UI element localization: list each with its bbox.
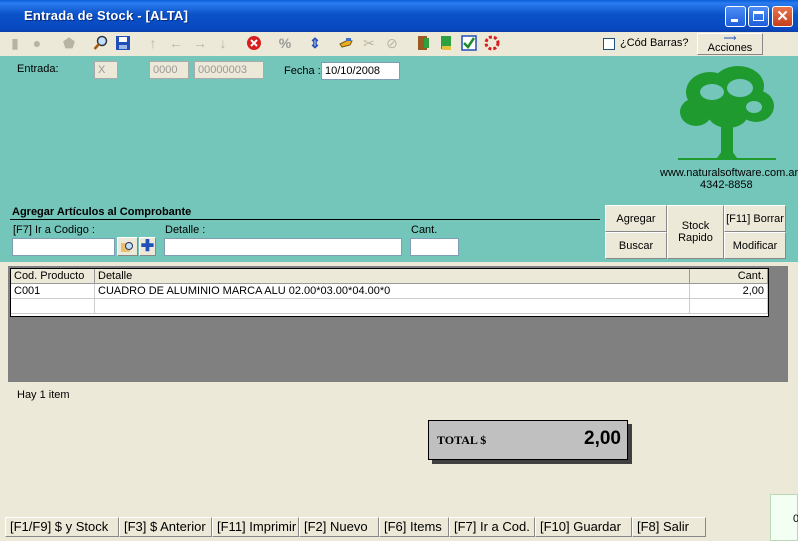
maximize-button[interactable] xyxy=(748,6,769,27)
minimize-button[interactable] xyxy=(725,6,746,27)
stock-rapido-label-2: Rapido xyxy=(678,232,713,244)
empty-cell[interactable] xyxy=(690,299,768,314)
fkey-new[interactable]: [F2] Nuevo xyxy=(299,517,379,537)
entrada-point-field: 0000 xyxy=(149,61,189,79)
cancel-icon[interactable] xyxy=(245,34,263,52)
expand-vertical-icon[interactable]: ⇕ xyxy=(306,34,324,52)
maximize-icon xyxy=(753,11,764,21)
table-row[interactable]: C001 CUADRO DE ALUMINIO MARCA ALU 02.00*… xyxy=(11,284,768,299)
items-grid[interactable]: Cod. Producto Detalle Cant. C001 CUADRO … xyxy=(10,268,769,317)
no-entry-icon[interactable]: ⊘ xyxy=(383,34,401,52)
hand-tool-icon[interactable] xyxy=(337,34,355,52)
fkey-items[interactable]: [F6] Items xyxy=(379,517,449,537)
code-label: [F7] Ir a Codigo : xyxy=(13,224,95,236)
barcode-checkbox[interactable] xyxy=(603,38,615,50)
search-icon[interactable] xyxy=(92,34,110,52)
add-product-button[interactable]: ✚ xyxy=(139,237,156,256)
company-phone: 4342-8858 xyxy=(700,179,753,191)
close-icon: ✕ xyxy=(776,8,789,25)
total-value: 2,00 xyxy=(584,428,621,449)
toolbar: ▮ ● ⬟ ↑ ← → ↓ % ⇕ ✂ ⊘ ¿Cód Barras? ⟶ Acc… xyxy=(0,32,798,57)
empty-cell[interactable] xyxy=(11,299,95,314)
window-title: Entrada de Stock - [ALTA] xyxy=(24,8,189,23)
column-header-detail[interactable]: Detalle xyxy=(95,269,690,284)
scissors-icon[interactable]: ✂ xyxy=(360,34,378,52)
entrada-type-field: X xyxy=(94,61,118,79)
arrow-right-icon[interactable]: → xyxy=(191,34,209,52)
section-divider xyxy=(10,219,600,220)
arrow-right-icon: ⟶ xyxy=(723,33,737,43)
fkey-goto-code[interactable]: [F7] Ir a Cod. xyxy=(449,517,535,537)
buscar-button[interactable]: Buscar xyxy=(605,232,667,259)
table-row-empty[interactable] xyxy=(11,299,768,314)
actions-button[interactable]: ⟶ Acciones xyxy=(697,33,763,55)
search-icon xyxy=(121,242,133,252)
corner-panel: 0 xyxy=(770,494,798,541)
borrar-label: [F11] Borrar xyxy=(726,212,784,225)
exit-door-icon[interactable] xyxy=(414,34,432,52)
barcode-label: ¿Cód Barras? xyxy=(620,37,689,49)
buscar-label: Buscar xyxy=(618,239,654,252)
add-section-title: Agregar Artículos al Comprobante xyxy=(12,206,192,218)
borrar-button[interactable]: [F11] Borrar xyxy=(724,205,786,232)
company-website: www.naturalsoftware.com.ar xyxy=(660,167,798,179)
company-logo xyxy=(678,66,776,160)
fkey-price-stock[interactable]: [F1/F9] $ y Stock xyxy=(5,517,119,537)
row-qty[interactable]: 2,00 xyxy=(690,284,768,299)
book-icon[interactable] xyxy=(437,34,455,52)
minimize-icon xyxy=(731,19,738,22)
corner-text: 0 xyxy=(793,513,798,525)
modificar-button[interactable]: Modificar xyxy=(724,232,786,259)
stock-rapido-button[interactable]: Stock Rapido xyxy=(667,205,724,259)
row-detail[interactable]: CUADRO DE ALUMINIO MARCA ALU 02.00*03.00… xyxy=(95,284,690,299)
entrada-number-field: 00000003 xyxy=(194,61,264,79)
tree-icon xyxy=(680,66,774,158)
fecha-field[interactable]: 10/10/2008 xyxy=(321,62,400,80)
detail-label: Detalle : xyxy=(165,224,206,236)
detail-input[interactable] xyxy=(164,238,402,256)
fkey-exit[interactable]: [F8] Salir xyxy=(632,517,706,537)
arrow-down-icon[interactable]: ↓ xyxy=(214,34,232,52)
total-box: TOTAL $ 2,00 xyxy=(428,420,628,460)
arrow-up-icon[interactable]: ↑ xyxy=(144,34,162,52)
save-icon[interactable] xyxy=(114,34,132,52)
agregar-button[interactable]: Agregar xyxy=(605,205,667,232)
fkey-print[interactable]: [F11] Imprimir xyxy=(212,517,299,537)
new-doc-icon[interactable]: ▮ xyxy=(6,34,24,52)
lifebuoy-icon[interactable] xyxy=(483,34,501,52)
search-product-button[interactable] xyxy=(117,237,138,256)
fecha-label: Fecha : xyxy=(284,65,321,77)
title-bar: Entrada de Stock - [ALTA] ✕ xyxy=(0,0,798,32)
bag-icon[interactable]: ● xyxy=(28,34,46,52)
checklist-icon[interactable] xyxy=(460,34,478,52)
qty-input[interactable] xyxy=(410,238,459,256)
total-label: TOTAL $ xyxy=(437,433,487,447)
empty-cell[interactable] xyxy=(95,299,690,314)
entrada-label: Entrada: xyxy=(17,63,59,75)
agregar-label: Agregar xyxy=(616,212,656,225)
column-header-qty[interactable]: Cant. xyxy=(690,269,768,284)
row-code[interactable]: C001 xyxy=(11,284,95,299)
percent-icon[interactable]: % xyxy=(276,34,294,52)
fkey-previous-price[interactable]: [F3] $ Anterior xyxy=(119,517,212,537)
code-input[interactable] xyxy=(12,238,115,256)
arrow-left-icon[interactable]: ← xyxy=(167,34,185,52)
fkey-save[interactable]: [F10] Guardar xyxy=(535,517,632,537)
actions-label: Acciones xyxy=(707,42,753,54)
close-button[interactable]: ✕ xyxy=(772,6,793,27)
items-count: Hay 1 item xyxy=(17,389,70,401)
modificar-label: Modificar xyxy=(732,239,778,252)
qty-label: Cant. xyxy=(411,224,438,236)
stock-rapido-label-1: Stock xyxy=(681,220,710,232)
plus-icon: ✚ xyxy=(140,238,155,255)
shield-icon[interactable]: ⬟ xyxy=(60,34,78,52)
app-icon xyxy=(6,9,20,23)
column-header-code[interactable]: Cod. Producto xyxy=(11,269,95,284)
